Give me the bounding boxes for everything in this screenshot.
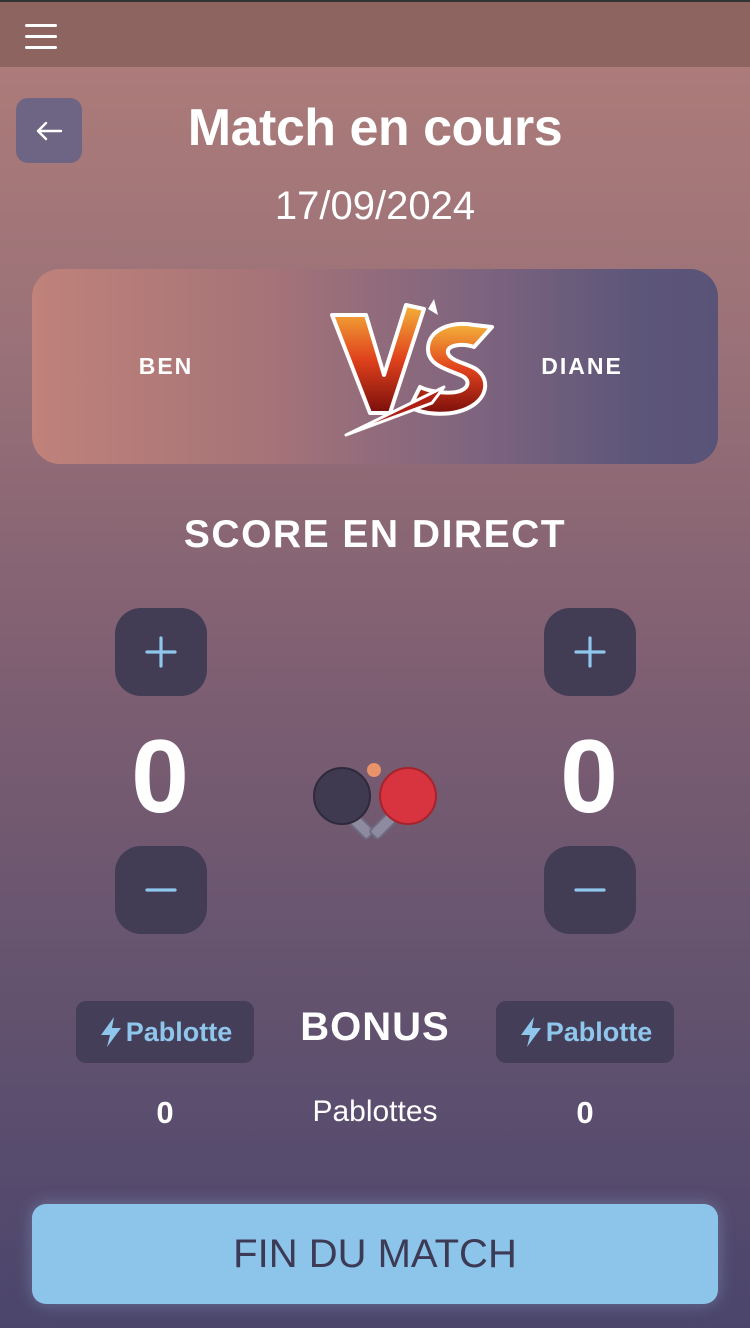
player1-increment-button[interactable] [115,608,207,696]
page-title: Match en cours [187,99,563,157]
player1-name: BEN [138,353,194,379]
hamburger-icon[interactable] [25,24,57,50]
player2-name: DIANE [541,353,623,379]
player1-score: 0 [131,719,189,835]
top-bar [0,0,750,67]
live-score-title: SCORE EN DIRECT [183,513,567,556]
end-match-button[interactable]: FIN DU MATCH [32,1204,718,1304]
player2-score: 0 [560,719,618,835]
player2-pablotte-count: 0 [576,1095,594,1130]
versus-card: BEN DIANE [32,269,718,464]
ping-pong-paddles-icon [313,763,437,840]
lightning-icon [520,1017,541,1047]
player2-decrement-button[interactable] [544,846,636,934]
minus-icon [145,888,177,892]
player2-increment-button[interactable] [544,608,636,696]
player2-pablotte-button[interactable]: Pablotte [496,1001,674,1063]
match-date: 17/09/2024 [274,184,476,228]
pablottes-label: Pablottes [312,1095,438,1128]
plus-icon [145,636,177,668]
player1-decrement-button[interactable] [115,846,207,934]
vs-logo-icon [330,299,494,437]
minus-icon [574,888,606,892]
pablotte-button-label: Pablotte [545,1016,653,1047]
plus-icon [574,636,606,668]
